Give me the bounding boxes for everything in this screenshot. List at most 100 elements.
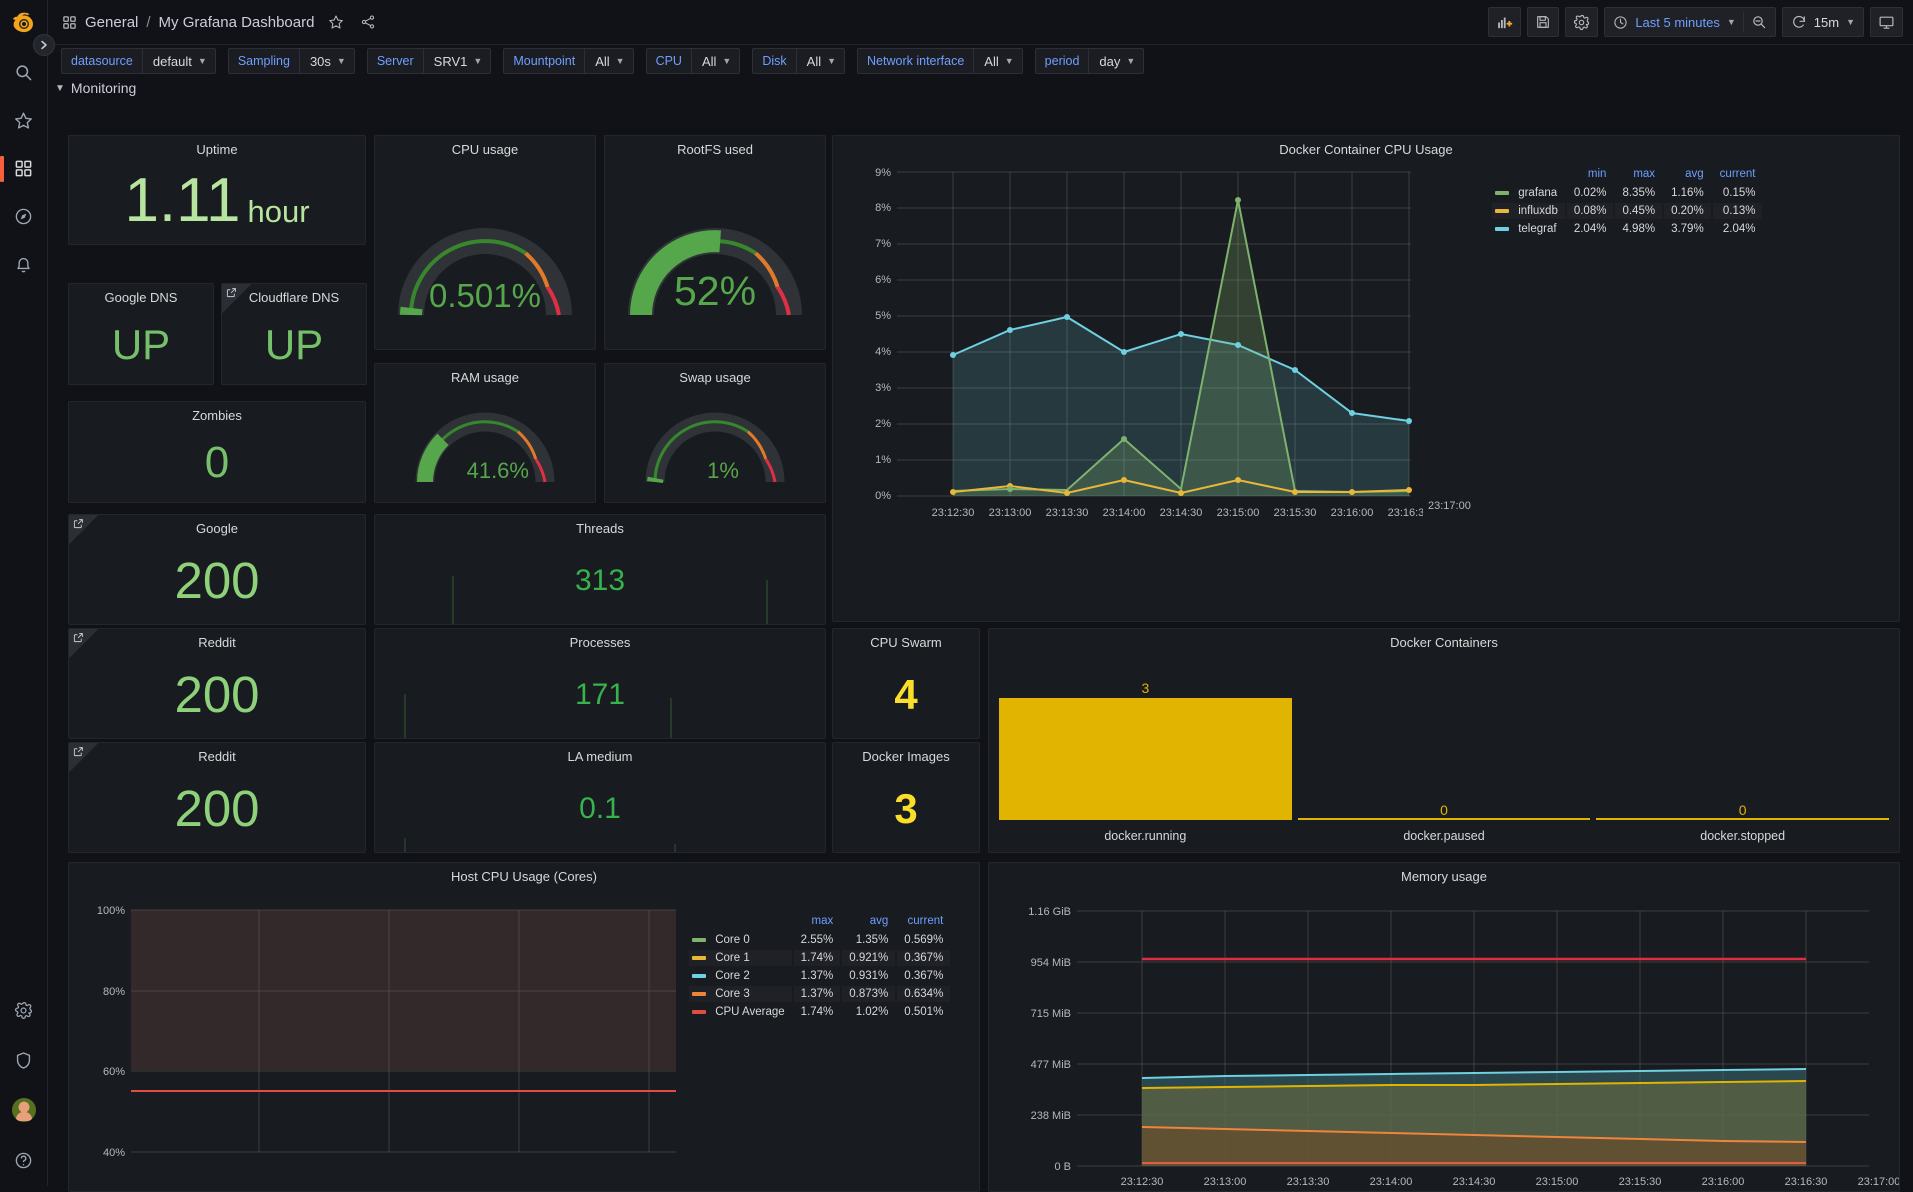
save-dashboard-button[interactable] (1527, 7, 1559, 37)
legend-row[interactable]: telegraf 2.04% 4.98% 3.79% 2.04% (1492, 221, 1762, 237)
legend-current: 2.04% (1713, 221, 1763, 237)
svg-text:9%: 9% (875, 167, 891, 179)
panel-zombies[interactable]: Zombies 0 (68, 401, 366, 503)
svg-text:23:17:00: 23:17:00 (1858, 1176, 1900, 1185)
row-title: Monitoring (71, 80, 136, 96)
panel-google-dns[interactable]: Google DNS UP (68, 283, 214, 385)
legend-current: 0.634% (897, 986, 950, 1002)
variable-select[interactable]: All ▼ (796, 48, 845, 74)
sidebar-item-dashboards[interactable] (0, 144, 48, 192)
panel-docker-images[interactable]: Docker Images 3 (832, 742, 980, 853)
avatar[interactable] (0, 1086, 48, 1134)
sidebar-item-explore[interactable] (0, 192, 48, 240)
legend-row[interactable]: Core 3 1.37% 0.873% 0.634% (689, 986, 950, 1002)
sidebar-item-configuration[interactable] (0, 986, 48, 1034)
legend-row[interactable]: Core 2 1.37% 0.931% 0.367% (689, 968, 950, 984)
share-icon[interactable] (360, 14, 376, 30)
variable-select[interactable]: All ▼ (584, 48, 633, 74)
legend-header-min[interactable]: min (1567, 168, 1614, 183)
avatar-image (12, 1098, 36, 1122)
variable-select[interactable]: 30s ▼ (299, 48, 355, 74)
legend-header-avg[interactable]: avg (1664, 168, 1711, 183)
panel-title: Docker Container CPU Usage (833, 136, 1899, 158)
chevron-down-icon: ▼ (827, 56, 836, 66)
nav-expand-button[interactable] (33, 34, 55, 56)
zoom-out-button[interactable] (1751, 14, 1767, 30)
variable-select[interactable]: All ▼ (973, 48, 1022, 74)
svg-text:1.16 GiB: 1.16 GiB (1028, 906, 1071, 918)
svg-text:23:13:00: 23:13:00 (1204, 1176, 1247, 1185)
variable-select[interactable]: SRV1 ▼ (423, 48, 492, 74)
variable-value: 30s (310, 54, 331, 69)
panel-ram-usage[interactable]: RAM usage 41.6% (374, 363, 596, 503)
legend-row[interactable]: Core 1 1.74% 0.921% 0.367% (689, 950, 950, 966)
star-icon[interactable] (328, 14, 344, 30)
bargauge-item-running[interactable]: 3 docker.running (999, 672, 1292, 844)
variable-label: Disk (752, 48, 795, 74)
panel-docker-container-cpu-usage[interactable]: Docker Container CPU Usage 9% 8% 7% 6% 5… (832, 135, 1900, 622)
panel-reddit-2[interactable]: Reddit 200 (68, 742, 366, 853)
panel-la-medium[interactable]: LA medium 0.1 (374, 742, 826, 853)
breadcrumb-folder[interactable]: General (85, 14, 138, 31)
legend-row[interactable]: CPU Average 1.74% 1.02% 0.501% (689, 1004, 950, 1020)
svg-text:40%: 40% (103, 1147, 125, 1159)
refresh-icon[interactable] (1791, 14, 1807, 30)
panel-title: Google (69, 515, 365, 537)
panel-threads[interactable]: Threads 313 (374, 514, 826, 625)
variable-select[interactable]: All ▼ (691, 48, 740, 74)
sidebar-item-alerting[interactable] (0, 240, 48, 288)
svg-text:0 B: 0 B (1054, 1161, 1071, 1173)
sidebar-item-starred[interactable] (0, 96, 48, 144)
x-axis-last-label: 23:17:00 (1428, 500, 1471, 512)
bargauge-item-paused[interactable]: 0 docker.paused (1298, 672, 1591, 844)
panel-rootfs-used[interactable]: RootFS used 52% (604, 135, 826, 350)
time-range-picker[interactable]: Last 5 minutes ▼ (1604, 7, 1775, 37)
zombies-value: 0 (205, 441, 229, 485)
panel-host-cpu-usage[interactable]: Host CPU Usage (Cores) 100% 80% 60% 40% (68, 862, 980, 1192)
panel-reddit-1[interactable]: Reddit 200 (68, 628, 366, 739)
legend-header-max[interactable]: max (1615, 168, 1662, 183)
refresh-picker[interactable]: 15m ▼ (1782, 7, 1864, 37)
bargauge-item-stopped[interactable]: 0 docker.stopped (1596, 672, 1889, 844)
legend-row[interactable]: grafana 0.02% 8.35% 1.16% 0.15% (1492, 185, 1762, 201)
panel-google[interactable]: Google 200 (68, 514, 366, 625)
panel-cpu-usage[interactable]: CPU usage 0.501% (374, 135, 596, 350)
variable-value: All (807, 54, 821, 69)
legend-header-avg[interactable]: avg (842, 915, 895, 930)
svg-text:23:13:30: 23:13:30 (1046, 507, 1089, 519)
gauge-rootfs-used: 52% (617, 179, 813, 329)
legend-header-current[interactable]: current (1713, 168, 1763, 183)
variable-select[interactable]: day ▼ (1088, 48, 1144, 74)
svg-text:23:15:30: 23:15:30 (1619, 1176, 1662, 1185)
sidebar-item-help[interactable] (0, 1136, 48, 1184)
panel-cpu-swarm[interactable]: CPU Swarm 4 (832, 628, 980, 739)
legend-row[interactable]: influxdb 0.08% 0.45% 0.20% 0.13% (1492, 203, 1762, 219)
legend-row[interactable]: Core 0 2.55% 1.35% 0.569% (689, 932, 950, 948)
panel-uptime[interactable]: Uptime 1.11 hour (68, 135, 366, 245)
variable-select[interactable]: default ▼ (142, 48, 216, 74)
legend-header-current[interactable]: current (897, 915, 950, 930)
legend-series-name: Core 0 (715, 934, 750, 946)
row-header-monitoring[interactable]: ▼ Monitoring (55, 80, 136, 96)
panel-processes[interactable]: Processes 171 (374, 628, 826, 739)
legend-min: 2.04% (1567, 221, 1614, 237)
page-title[interactable]: My Grafana Dashboard (159, 14, 315, 31)
svg-text:23:14:30: 23:14:30 (1453, 1176, 1496, 1185)
panel-memory-usage[interactable]: Memory usage 1.16 GiB 954 MiB 715 MiB 47… (988, 862, 1900, 1192)
legend-header-max[interactable]: max (794, 915, 841, 930)
legend-max: 2.55% (794, 932, 841, 948)
panel-title: Processes (375, 629, 825, 651)
tv-mode-button[interactable] (1870, 7, 1903, 37)
panel-docker-containers[interactable]: Docker Containers 3 docker.running 0 doc… (988, 628, 1900, 853)
panel-swap-usage[interactable]: Swap usage 1% (604, 363, 826, 503)
time-range-label: Last 5 minutes (1635, 15, 1720, 30)
panel-cloudflare-dns[interactable]: Cloudflare DNS UP (221, 283, 367, 385)
add-panel-button[interactable] (1488, 7, 1521, 37)
clock-icon (1613, 15, 1628, 30)
variable-value: All (595, 54, 609, 69)
svg-text:1%: 1% (875, 454, 891, 466)
dashboard-settings-button[interactable] (1565, 7, 1598, 37)
sidebar-item-admin[interactable] (0, 1036, 48, 1084)
panel-title: RootFS used (605, 136, 825, 158)
panel-content: 100% 80% 60% 40% (69, 885, 979, 1191)
